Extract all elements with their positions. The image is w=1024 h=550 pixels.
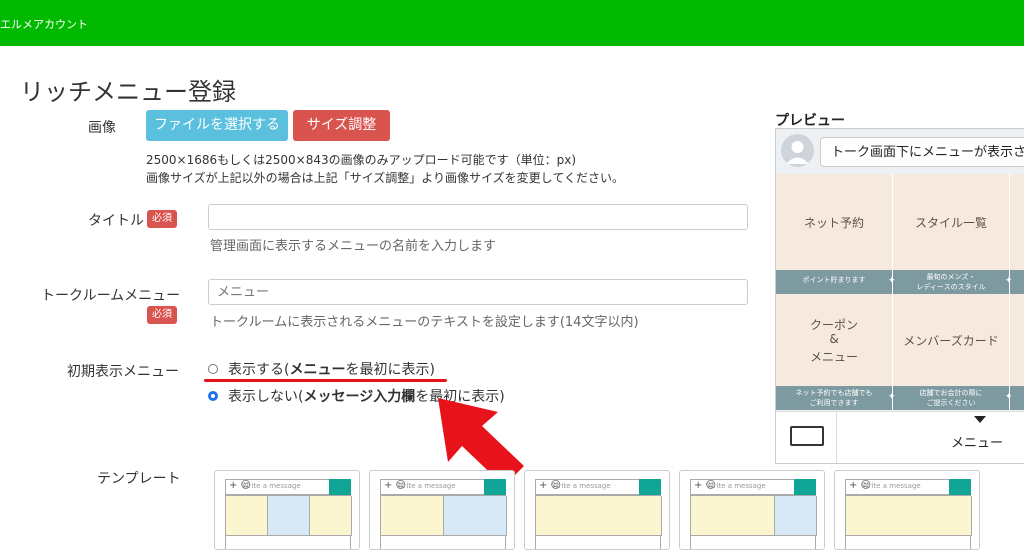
divider — [836, 412, 837, 463]
layout-block — [381, 496, 444, 536]
message-placeholder: Write a message — [242, 482, 301, 490]
send-block — [794, 479, 816, 495]
cell-band: ポイント貯まります — [776, 270, 892, 294]
cell-title: メニュー — [809, 350, 858, 364]
talkroom-menu-input[interactable] — [208, 279, 748, 305]
option-show-prefix: 表示する( — [228, 362, 290, 378]
message-bar: + ☺ Write a message — [380, 479, 506, 495]
layout-block — [444, 496, 507, 536]
required-badge: 必須 — [147, 210, 177, 228]
menu-cell-members-card[interactable]: メンバーズカード 店舗でお会計の際に ご提示ください — [893, 294, 1010, 410]
template-thumbnail-2[interactable]: + ☺ Write a message — [369, 470, 515, 550]
menu-toggle-label[interactable]: メニュー — [951, 432, 1003, 451]
menu-cell-style-list[interactable]: スタイル一覧 最旬のメンズ・レディースのスタイル — [893, 174, 1010, 294]
layout-block — [536, 496, 662, 536]
page-title: リッチメニュー登録 — [20, 78, 236, 107]
preview-title: プレビュー — [775, 113, 845, 129]
menu-cell-coupon[interactable]: クーポン & メニュー ネット予約でも店舗でも ご利用できます — [776, 294, 893, 410]
star-icon: ✦ — [888, 276, 896, 286]
send-block — [949, 479, 971, 495]
template-label: テンプレート — [97, 471, 181, 487]
cell-band-line: ご利用できます — [809, 399, 859, 407]
chat-bubble: トーク画面下にメニューが表示さ — [820, 137, 1024, 167]
option-show-bold: メニュー — [289, 362, 346, 378]
layout-area — [845, 495, 972, 549]
talkroom-menu-help-text: トークルームに表示されるメニューのテキストを設定します(14文字以内) — [210, 315, 639, 330]
option-show-suffix: を最初に表示) — [345, 362, 435, 378]
template-thumbnail-3[interactable]: + ☺ Write a message — [524, 470, 670, 550]
star-icon: ✦ — [1005, 392, 1013, 402]
highlight-underline — [204, 379, 447, 382]
cell-band: 店舗でお会計の際に ご提示ください — [893, 386, 1009, 410]
layout-block — [310, 496, 352, 536]
keyboard-bar: メニュー — [776, 411, 1024, 463]
image-size-note-2: 画像サイズが上記以外の場合は上記「サイズ調整」より画像サイズを変更してください。 — [146, 171, 624, 185]
title-input[interactable] — [208, 204, 748, 230]
layout-block — [775, 496, 817, 536]
option-hide-prefix: 表示しない( — [228, 389, 304, 405]
cell-band: ネット予約でも店舗でも ご利用できます — [776, 386, 892, 410]
initial-display-label: 初期表示メニュー — [67, 364, 179, 380]
talkroom-menu-label: トークルームメニュー — [41, 288, 181, 304]
required-badge: 必須 — [147, 306, 177, 324]
cell-title: ネット予約 — [803, 216, 864, 230]
layout-block — [846, 496, 972, 536]
radio-button-icon[interactable] — [208, 364, 218, 374]
message-bar: + ☺ Write a message — [535, 479, 661, 495]
layout-area — [380, 495, 507, 549]
message-bar: + ☺ Write a message — [225, 479, 351, 495]
radio-button-selected-icon[interactable] — [208, 391, 218, 401]
message-placeholder: Write a message — [862, 482, 921, 490]
chevron-down-icon[interactable] — [974, 416, 986, 423]
layout-block — [268, 496, 310, 536]
account-name[interactable]: エルメアカウント — [0, 16, 88, 32]
radio-show-menu[interactable]: 表示する(メニュー を最初に表示) — [208, 359, 435, 379]
rich-menu-grid: ネット予約 ポイント貯まります スタイル一覧 最旬のメンズ・レディースのスタイル… — [776, 174, 1024, 434]
avatar-icon — [781, 134, 814, 167]
message-placeholder: Write a message — [397, 482, 456, 490]
phone-preview: トーク画面下にメニューが表示さ ネット予約 ポイント貯まります スタイル一覧 最… — [775, 128, 1024, 464]
title-help-text: 管理画面に表示するメニューの名前を入力します — [210, 239, 497, 254]
cell-band-line: 店舗でお会計の際に — [919, 389, 983, 397]
star-icon: ✦ — [888, 392, 896, 402]
send-block — [639, 479, 661, 495]
option-hide-bold: メッセージ入力欄 — [303, 389, 416, 405]
cell-title: & — [829, 332, 839, 346]
image-label: 画像 — [88, 120, 116, 136]
keyboard-icon[interactable] — [790, 426, 824, 446]
cell-band-text: ポイント貯まります — [802, 276, 866, 284]
resize-button[interactable]: サイズ調整 — [293, 110, 390, 141]
template-thumbnail-1[interactable]: + ☺ Write a message — [214, 470, 360, 550]
top-header-bar: エルメアカウント — [0, 0, 1024, 46]
send-block — [484, 479, 506, 495]
cell-band-line: ご提示ください — [926, 399, 976, 407]
cell-band-line: レディースのスタイル — [916, 283, 986, 291]
layout-block — [226, 496, 268, 536]
message-placeholder: Write a message — [707, 482, 766, 490]
cell-title: スタイル一覧 — [914, 216, 987, 230]
menu-cell-reserve[interactable]: ネット予約 ポイント貯まります — [776, 174, 893, 294]
image-size-note-1: 2500×1686もしくは2500×843の画像のみアップロード可能です（単位：… — [146, 153, 577, 167]
cell-band-line: 最旬のメンズ・ — [926, 273, 976, 281]
template-thumbnail-5[interactable]: + ☺ Write a message — [834, 470, 980, 550]
message-bar: + ☺ Write a message — [690, 479, 816, 495]
cell-band: 最旬のメンズ・レディースのスタイル — [893, 270, 1009, 294]
cell-band-line: ネット予約でも店舗でも — [795, 389, 873, 397]
layout-area — [690, 495, 817, 549]
message-bar: + ☺ Write a message — [845, 479, 971, 495]
choose-file-button[interactable]: ファイルを選択する — [146, 110, 288, 141]
template-thumbnail-4[interactable]: + ☺ Write a message — [679, 470, 825, 550]
cell-title: クーポン — [809, 318, 858, 332]
cell-title: メンバーズカード — [903, 334, 999, 348]
title-label: タイトル — [88, 213, 144, 229]
star-icon: ✦ — [1005, 276, 1013, 286]
layout-area — [535, 495, 662, 549]
send-block — [329, 479, 351, 495]
layout-area — [225, 495, 352, 549]
layout-block — [691, 496, 775, 536]
message-placeholder: Write a message — [552, 482, 611, 490]
